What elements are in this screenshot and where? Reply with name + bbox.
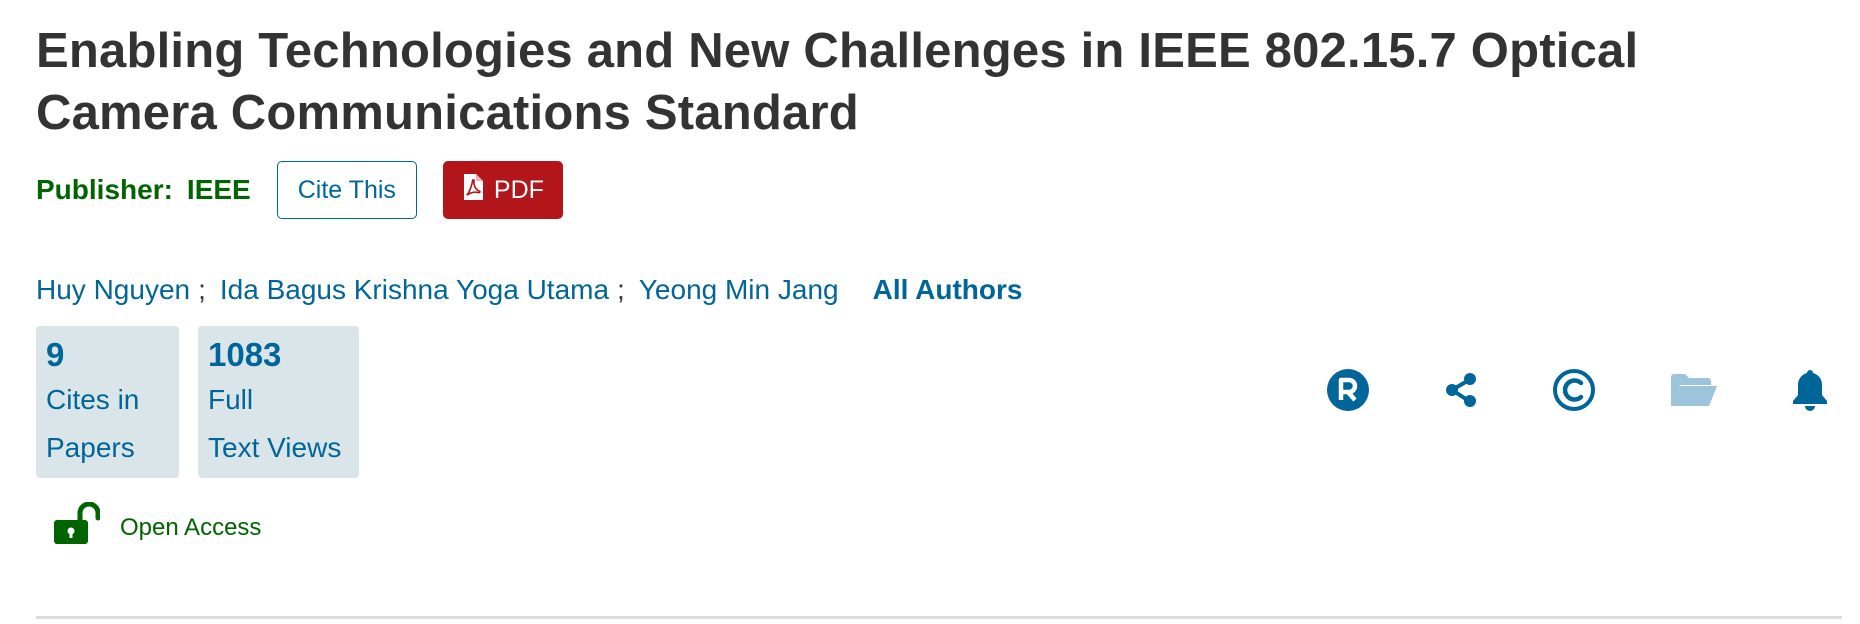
cite-this-label: Cite This <box>297 175 396 204</box>
metric-label: Cites in Papers <box>46 376 166 472</box>
author-separator: ; <box>198 274 206 305</box>
open-access-badge: Open Access <box>52 501 1842 553</box>
metric-label: Full Text Views <box>208 376 346 472</box>
rights-icon <box>1326 368 1370 417</box>
title-line-1: Enabling Technologies and New Challenges… <box>36 24 1639 78</box>
rights-permissions-button[interactable] <box>1326 368 1370 417</box>
author-link[interactable]: Huy Nguyen <box>36 274 190 306</box>
title-line-2: Camera Communications Standard <box>36 86 859 140</box>
author-list: Huy Nguyen ; Ida Bagus Krishna Yoga Utam… <box>36 274 1842 306</box>
citations-metric[interactable]: 9 Cites in Papers <box>36 326 179 478</box>
article-header: Enabling Technologies and New Challenges… <box>36 20 1842 553</box>
all-authors-link[interactable]: All Authors <box>873 274 1023 306</box>
share-button[interactable] <box>1444 370 1478 415</box>
save-to-project-button[interactable] <box>1670 373 1718 412</box>
alerts-button[interactable] <box>1790 367 1830 418</box>
author-separator: ; <box>617 274 625 305</box>
share-icon <box>1444 370 1478 415</box>
pdf-file-icon <box>462 173 484 208</box>
cite-this-button[interactable]: Cite This <box>276 161 417 219</box>
metric-label-line: Text Views <box>208 432 342 463</box>
publisher-row: Publisher: IEEE Cite This PDF <box>36 160 1842 220</box>
metric-label-line: Full <box>208 384 254 415</box>
document-title: Enabling Technologies and New Challenges… <box>36 20 1842 144</box>
pdf-label: PDF <box>493 175 544 204</box>
open-access-label: Open Access <box>120 513 262 541</box>
unlock-icon <box>52 501 101 553</box>
publisher-label: Publisher: <box>36 174 173 205</box>
article-toolbar <box>1326 368 1836 416</box>
copyright-button[interactable] <box>1552 368 1596 417</box>
alert-bell-icon <box>1790 367 1830 418</box>
folder-icon <box>1670 373 1718 412</box>
pdf-button[interactable]: PDF <box>442 161 563 219</box>
author-link[interactable]: Yeong Min Jang <box>639 274 839 306</box>
author-link[interactable]: Ida Bagus Krishna Yoga Utama <box>220 274 609 306</box>
metric-label-line: Papers <box>46 432 135 463</box>
metric-value: 1083 <box>208 336 282 373</box>
text-views-metric[interactable]: 1083 Full Text Views <box>198 326 359 478</box>
metric-label-line: Cites in <box>46 384 140 415</box>
metric-value: 9 <box>46 336 65 373</box>
publisher-name: IEEE <box>186 174 251 205</box>
section-divider <box>36 616 1842 619</box>
copyright-icon <box>1552 368 1596 417</box>
publisher-info: Publisher: IEEE <box>36 174 251 206</box>
